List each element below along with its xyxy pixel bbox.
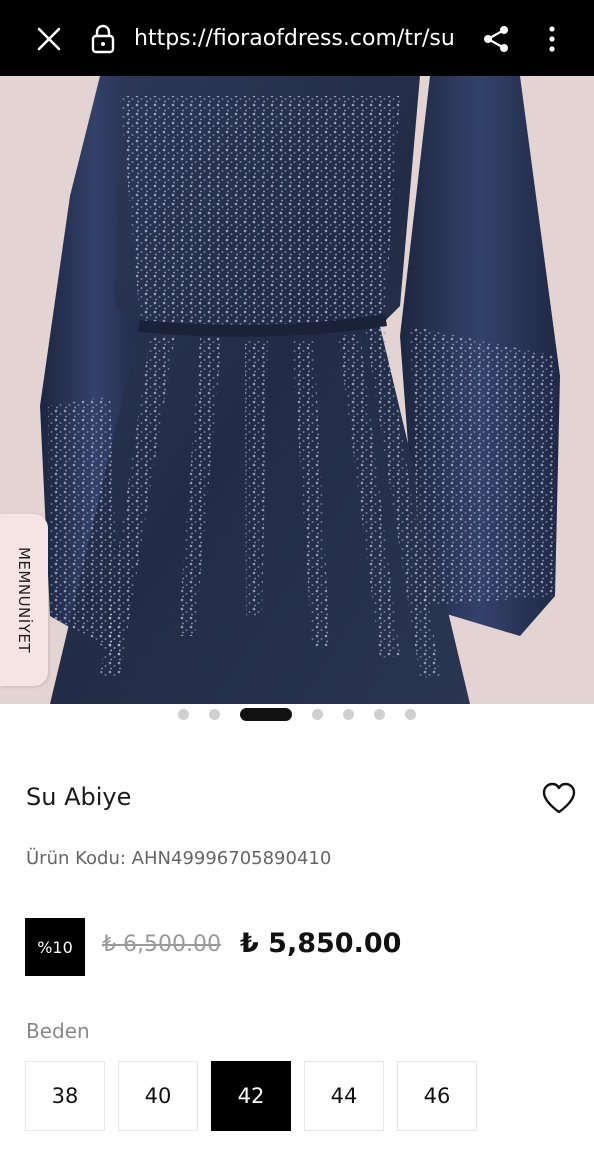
carousel-dot-active[interactable] (240, 707, 292, 721)
size-option-40[interactable]: 40 (118, 1061, 198, 1131)
carousel-dot[interactable] (405, 708, 416, 720)
product-code: Ürün Kodu: AHN49996705890410 (26, 848, 331, 869)
product-code-label: Ürün Kodu: (26, 848, 126, 869)
share-icon[interactable] (482, 24, 510, 54)
carousel-dot[interactable] (343, 708, 354, 720)
carousel-dot[interactable] (178, 708, 189, 720)
carousel-dot[interactable] (209, 708, 220, 720)
heart-icon[interactable] (541, 781, 577, 817)
side-tab-label: MEMNUNİYET (15, 546, 33, 654)
discount-badge: %10 (25, 918, 85, 976)
size-selector: 38 40 42 44 46 (25, 1061, 477, 1131)
close-icon[interactable] (34, 24, 64, 54)
satisfaction-side-tab[interactable]: MEMNUNİYET (0, 514, 48, 686)
size-label: Beden (26, 1019, 90, 1043)
size-option-46[interactable]: 46 (397, 1061, 477, 1131)
carousel-dot[interactable] (374, 708, 385, 720)
current-price: ₺ 5,850.00 (240, 928, 402, 959)
old-price: ₺ 6,500.00 (102, 932, 221, 957)
lock-icon[interactable] (90, 24, 116, 54)
size-option-38[interactable]: 38 (25, 1061, 105, 1131)
product-title: Su Abiye (26, 783, 132, 811)
browser-toolbar: https://fioraofdress.com/tr/su (0, 0, 594, 76)
product-image[interactable] (0, 76, 594, 704)
product-code-value: AHN49996705890410 (131, 848, 332, 869)
more-vertical-icon[interactable] (544, 24, 560, 54)
size-option-44[interactable]: 44 (304, 1061, 384, 1131)
dress-photo (0, 76, 594, 704)
size-option-42[interactable]: 42 (211, 1061, 291, 1131)
carousel-dot[interactable] (312, 708, 323, 720)
address-bar[interactable]: https://fioraofdress.com/tr/su (134, 22, 460, 56)
carousel-dots (0, 704, 594, 724)
